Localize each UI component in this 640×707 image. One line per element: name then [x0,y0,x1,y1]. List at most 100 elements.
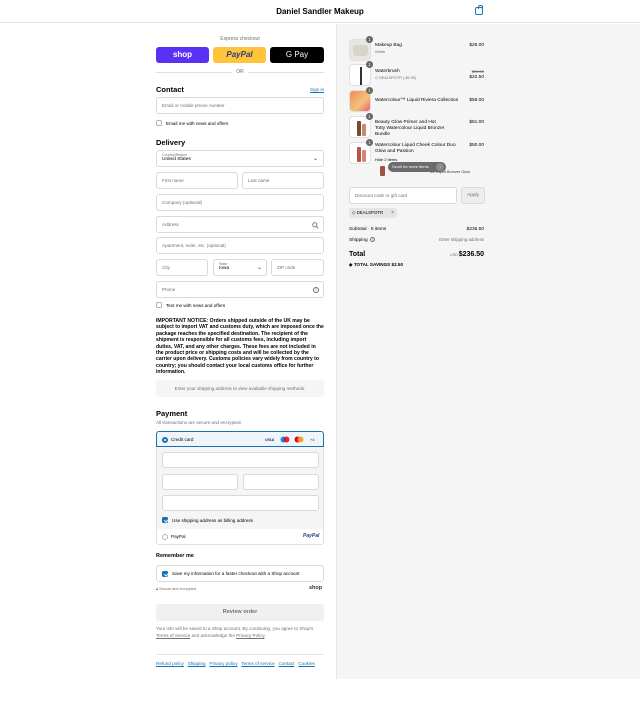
save-info-checkbox[interactable] [162,571,168,577]
phone-field[interactable]: Phone ? [156,281,324,298]
apply-button[interactable]: Apply [461,187,485,204]
payment-subtitle: All transactions are secure and encrypte… [156,420,242,425]
billing-same-label: Use shipping address as billing address [172,518,253,523]
terms-text-1: Your info will be saved to a Shop accoun… [156,626,314,631]
bag-image [353,45,368,56]
scroll-for-more-pill[interactable]: Scroll for more items ↓ [388,162,446,172]
zip-field[interactable]: ZIP code [271,259,324,276]
card-number-field[interactable] [162,452,319,468]
terms-of-service-footer-link[interactable]: Terms of service [241,661,274,666]
old-price: $25.00 [471,69,484,74]
contact-heading: Contact [156,85,184,94]
discount-code-label: DEALSPOTR [356,210,384,215]
delivery-heading: Delivery [156,138,186,147]
subtotal-label: Subtotal · 5 items [349,227,387,232]
apartment-field[interactable]: Apartment, suite, etc. (optional) [156,237,324,254]
state-select[interactable]: State Iowa ⌄ [213,259,267,276]
quantity-badge: 1 [366,61,373,68]
maestro-icon [280,436,290,443]
address-field[interactable]: Address [156,216,324,233]
privacy-policy-footer-link[interactable]: Privacy policy [209,661,237,666]
google-pay-button[interactable]: G Pay [270,47,324,63]
discount-tag: ◇ DEALSPOTR × [349,208,397,218]
country-value: United States [162,157,191,162]
refund-policy-link[interactable]: Refund policy [156,661,184,666]
review-order-button[interactable]: Review order [156,604,324,621]
header: Daniel Sandler Makeup [0,0,640,23]
item-price: $22.50 [469,75,484,80]
savings-value: $2.50 [391,262,404,267]
paypal-option[interactable]: PayPal PayPal [156,529,324,545]
company-placeholder: Company (optional) [162,200,203,205]
total-value: $236.50 [458,251,484,258]
quantity-badge: 1 [366,87,373,94]
country-select[interactable]: Country/Region United States ⌄ [156,150,324,167]
item-price: $25.00 [469,43,484,48]
paypal-label: PayPal [171,534,186,539]
page-bottom [0,679,640,707]
last-name-field[interactable]: Last name [242,172,324,189]
paypal-radio[interactable] [162,534,168,540]
shop-pay-button[interactable]: shop [156,47,209,63]
search-icon [312,222,319,229]
more-brands-label: +4 [310,437,315,442]
terms-text: Your info will be saved to a Shop accoun… [156,626,324,639]
first-name-placeholder: First name [162,178,184,183]
visa-icon: VISA [265,437,275,442]
close-icon[interactable]: × [391,208,394,218]
total-label: Total [349,251,366,258]
tag-icon: ◇ [352,210,356,215]
text-offers-checkbox[interactable] [156,302,162,308]
chevron-down-icon: ⌄ [312,156,318,162]
shipping-value: Enter shipping address [439,237,484,242]
terms-end: . [264,632,266,638]
quantity-badge: 1 [366,139,373,146]
terms-of-service-link[interactable]: Terms of Service [156,633,190,638]
apartment-placeholder: Apartment, suite, etc. (optional) [162,243,226,248]
item-variant: White [375,49,386,54]
contact-link[interactable]: Contact [279,661,295,666]
payment-heading: Payment [156,409,188,418]
item-name: Beauty Glow Primer and Hot Totty Waterco… [375,120,445,137]
newsletter-checkbox[interactable] [156,120,162,126]
text-offers-label: Text me with news and offers [166,303,226,308]
item-price: $50.00 [469,143,484,148]
expiry-field[interactable] [162,474,238,490]
shopping-bag-icon[interactable] [475,5,483,15]
bottle-image [357,147,361,162]
name-on-card-field[interactable] [162,495,319,511]
first-name-field[interactable]: First name [156,172,238,189]
bottle-image [362,124,366,136]
privacy-policy-link[interactable]: Privacy Policy [236,633,264,638]
or-label: OR [232,69,248,75]
help-icon[interactable]: ? [313,287,319,293]
item-price: $58.00 [469,98,484,103]
remember-me-heading: Remember me [156,553,194,559]
cookies-link[interactable]: Cookies [298,661,315,666]
item-price: $81.00 [469,120,484,125]
shipping-method-hint: Enter your shipping address to view avai… [156,380,324,397]
credit-card-option[interactable]: Credit card VISA +4 [156,431,324,447]
bottle-image [380,166,385,176]
company-field[interactable]: Company (optional) [156,194,324,211]
info-icon[interactable]: ? [370,237,376,242]
credit-card-radio[interactable] [162,437,168,443]
paypal-logo: PayPal [303,533,320,539]
store-name[interactable]: Daniel Sandler Makeup [0,7,640,16]
shop-account-option[interactable]: Save my information for a faster checkou… [156,565,324,582]
discount-code-field[interactable]: Discount code or gift card [349,187,457,204]
security-code-field[interactable] [243,474,319,490]
sign-in-link[interactable]: Sign in [310,87,324,92]
paypal-button[interactable]: PayPal [213,47,266,63]
shipping-link[interactable]: Shipping [188,661,206,666]
tag-icon: ◇ [375,76,378,80]
credit-card-label: Credit card [171,437,194,442]
footer-divider [156,654,324,655]
billing-same-checkbox[interactable] [162,517,168,523]
mastercard-icon [294,436,304,443]
city-field[interactable]: City [156,259,208,276]
city-placeholder: City [162,265,170,270]
email-field[interactable]: Email or mobile phone number [156,97,324,114]
arrow-down-icon: ↓ [436,163,444,171]
express-checkout-label: Express checkout [220,36,260,42]
